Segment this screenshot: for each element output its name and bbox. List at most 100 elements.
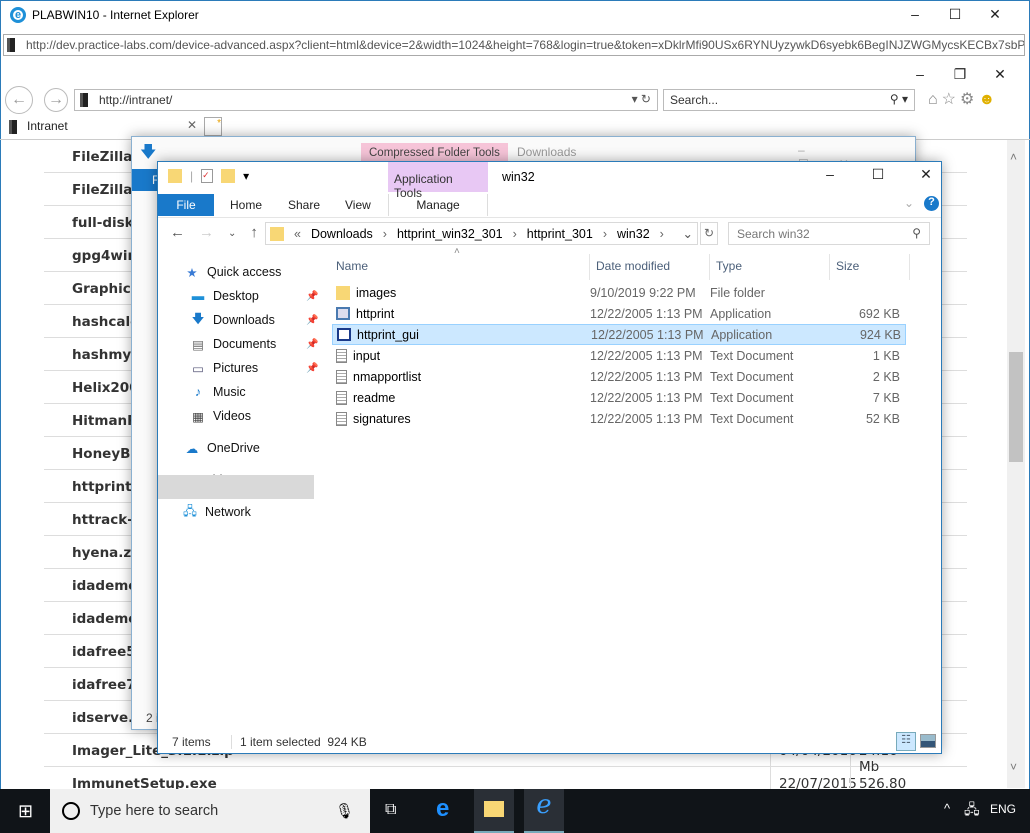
breadcrumb-win32[interactable]: win32 — [617, 227, 650, 241]
properties-icon[interactable]: ✓ — [201, 169, 214, 183]
nav-item-documents[interactable]: ▤ Documents 📌 — [190, 334, 318, 354]
outer-url-bar[interactable]: http://dev.practice-labs.com/device-adva… — [3, 34, 1025, 56]
intranet-file-link[interactable]: FileZilla_ — [72, 182, 139, 198]
pin-icon[interactable]: 📌 — [306, 363, 318, 374]
refresh-icon[interactable]: ▾ ↻ — [632, 92, 651, 106]
bg-file-tab[interactable]: F — [132, 169, 159, 191]
ie-search-box[interactable]: Search... ⚲ ▾ — [663, 89, 915, 111]
nav-item-downloads[interactable]: 🡇 Downloads 📌 — [190, 310, 319, 330]
nav-item-videos[interactable]: ▦ Videos — [190, 406, 251, 426]
back-arrow-icon[interactable]: ← — [170, 224, 185, 241]
maximize-button[interactable]: ☐ — [854, 166, 902, 183]
nav-buttons: ← → ⌄ ↑ — [170, 224, 258, 241]
settings-gear-icon[interactable]: ⚙ — [960, 91, 978, 108]
scroll-down-icon[interactable]: ˅ — [1010, 760, 1017, 774]
column-name[interactable]: Name — [330, 254, 590, 280]
nav-item-desktop[interactable]: ▬ Desktop 📌 — [190, 286, 319, 306]
nav-label: Quick access — [207, 265, 282, 279]
home-icon[interactable]: ⌂ — [928, 91, 942, 108]
file-explorer-taskbar-button[interactable] — [474, 789, 514, 833]
edge-icon[interactable]: e — [436, 795, 449, 823]
file-row[interactable]: signatures 12/22/2005 1:13 PM Text Documen… — [332, 408, 906, 429]
maximize-button[interactable]: ☐ — [935, 6, 975, 23]
tab-manage[interactable]: Manage — [388, 194, 488, 216]
pin-icon[interactable]: 📌 — [306, 339, 318, 350]
nav-item-quick-access[interactable]: ★ Quick access — [184, 262, 281, 282]
scroll-up-icon[interactable]: ˄ — [1010, 150, 1017, 164]
minimize-button[interactable]: – — [806, 166, 854, 183]
up-arrow-icon[interactable]: ↑ — [250, 224, 258, 241]
network-icon[interactable]: 🖧 — [964, 799, 980, 823]
language-indicator[interactable]: ENG — [990, 802, 1016, 816]
explorer-search-box[interactable]: Search win32 ⚲ — [728, 222, 930, 245]
large-icons-view-button[interactable] — [920, 734, 936, 748]
minimize-button[interactable]: – — [895, 6, 935, 23]
file-row[interactable]: input 12/22/2005 1:13 PM Text Document 1 KB — [332, 345, 906, 366]
address-dropdown-icon[interactable]: ⌄ — [683, 226, 693, 241]
column-date-modified[interactable]: Date modified — [590, 254, 710, 280]
file-row[interactable]: httprint 12/22/2005 1:13 PM Application 692… — [332, 303, 906, 324]
nav-item-onedrive[interactable]: ☁ OneDrive — [184, 438, 260, 458]
nav-item-music[interactable]: ♪ Music — [190, 382, 246, 402]
column-size[interactable]: Size — [830, 254, 910, 280]
tab-intranet[interactable]: Intranet ✕ — [3, 116, 201, 138]
help-icon[interactable]: ? — [924, 196, 939, 211]
text-document-icon — [336, 411, 347, 426]
address-bar[interactable]: http://intranet/ ▾ ↻ — [74, 89, 658, 111]
nav-label: Music — [213, 385, 246, 399]
music-icon: ♪ — [194, 385, 202, 399]
explorer-window-controls: – ☐ ✕ — [806, 166, 950, 183]
win32-explorer-window[interactable]: | ✓ ▾ Application Tools win32 – ☐ ✕ File H… — [157, 161, 942, 754]
inner-close-button[interactable]: ✕ — [980, 66, 1020, 83]
refresh-icon[interactable]: ↻ — [700, 222, 718, 245]
favorites-star-icon[interactable]: ☆ — [942, 91, 960, 108]
file-row[interactable]: nmapportlist 12/22/2005 1:13 PM Text Docum… — [332, 366, 906, 387]
pin-icon[interactable]: 📌 — [306, 291, 318, 302]
microphone-icon[interactable]: 🎙 — [335, 802, 354, 820]
pin-icon[interactable]: 📌 — [306, 315, 318, 326]
back-button[interactable]: ← — [5, 86, 33, 114]
expand-ribbon-icon[interactable]: ⌄ — [904, 196, 914, 210]
breadcrumb[interactable]: « Downloads › httprint_win32_301 › httprin… — [265, 222, 698, 245]
nav-label: OneDrive — [207, 441, 260, 455]
internet-explorer-taskbar-button[interactable]: ℯ — [524, 789, 564, 833]
start-windows-icon[interactable]: ⊞ — [18, 801, 33, 822]
column-type[interactable]: Type — [710, 254, 830, 280]
taskbar-search-box[interactable]: Type here to search 🎙 — [50, 789, 370, 833]
customize-toolbar-icon[interactable]: ▾ — [243, 169, 249, 183]
page-scrollbar[interactable] — [1007, 140, 1025, 788]
show-hidden-icons[interactable]: ^ — [944, 801, 950, 816]
forward-arrow-icon[interactable]: → — [199, 224, 214, 241]
nav-item-pictures[interactable]: ▭ Pictures 📌 — [190, 358, 318, 378]
tab-home[interactable]: Home — [218, 194, 274, 216]
quick-access-toolbar: | ✓ ▾ — [168, 169, 249, 183]
new-folder-icon[interactable] — [221, 169, 236, 183]
nav-label: Downloads — [213, 313, 275, 327]
tab-share[interactable]: Share — [276, 194, 332, 216]
smiley-feedback-icon[interactable]: ☻ — [978, 91, 999, 108]
intranet-file-link[interactable]: FileZilla_ — [72, 149, 139, 165]
breadcrumb-downloads[interactable]: Downloads — [311, 227, 373, 241]
file-row[interactable]: images 9/10/2019 9:22 PM File folder — [332, 282, 906, 303]
breadcrumb-httprint-win32-301[interactable]: httprint_win32_301 — [397, 227, 503, 241]
file-size: 924 KB — [859, 327, 901, 342]
file-row[interactable]: httprint_gui 12/22/2005 1:13 PM Applicatio… — [332, 324, 906, 345]
tab-close-icon[interactable]: ✕ — [187, 118, 197, 132]
file-row[interactable]: readme 12/22/2005 1:13 PM Text Document 7 K… — [332, 387, 906, 408]
search-icon[interactable]: ⚲ ▾ — [890, 92, 908, 106]
scrollbar-thumb[interactable] — [1009, 352, 1023, 462]
inner-minimize-button[interactable]: – — [900, 66, 940, 83]
tab-view[interactable]: View — [333, 194, 383, 216]
tab-file[interactable]: File — [158, 194, 214, 216]
recent-locations-icon[interactable]: ⌄ — [228, 224, 236, 241]
task-view-icon[interactable]: ⧉ — [385, 801, 396, 819]
application-tools-tab[interactable]: Application Tools — [388, 162, 488, 200]
close-button[interactable]: ✕ — [975, 6, 1015, 23]
breadcrumb-httprint-301[interactable]: httprint_301 — [527, 227, 593, 241]
new-tab-button[interactable]: * — [204, 117, 222, 136]
details-view-button[interactable]: ☷ — [896, 732, 916, 751]
close-button[interactable]: ✕ — [902, 166, 950, 183]
nav-item-network[interactable]: 🖧 Network — [182, 502, 251, 522]
inner-restore-button[interactable]: ❐ — [940, 66, 980, 83]
forward-button[interactable]: → — [44, 88, 68, 112]
